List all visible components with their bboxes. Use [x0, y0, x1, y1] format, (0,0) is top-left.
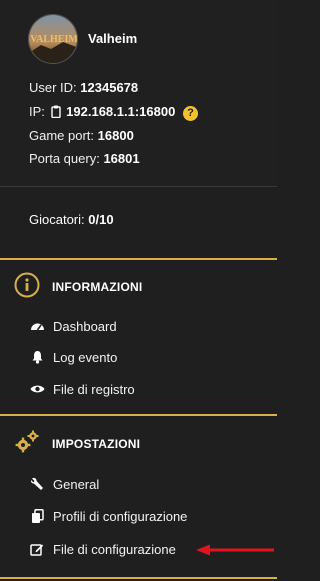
menu-item-profili-di-configurazione[interactable]: Profili di configurazione: [29, 506, 187, 526]
players-value: 0/10: [88, 212, 114, 227]
info-circle-icon: [14, 272, 40, 303]
section-informazioni: INFORMAZIONI: [14, 272, 143, 303]
menu-item-file-di-registro[interactable]: File di registro: [29, 379, 135, 399]
ip-value: 192.168.1.1:16800: [66, 104, 176, 119]
menu-label-profili-di-configurazione: Profili di configurazione: [53, 508, 188, 524]
query-port-value: 16801: [103, 151, 140, 166]
menu-label-dashboard: Dashboard: [53, 318, 117, 334]
players-line: Giocatori: 0/10: [29, 212, 114, 227]
ip-label: IP:: [29, 104, 45, 119]
menu-label-general: General: [53, 476, 100, 492]
copy-icon: [29, 508, 45, 524]
menu-item-dashboard[interactable]: Dashboard: [29, 316, 117, 336]
header-divider: [0, 186, 277, 187]
section-impostazioni: IMPOSTAZIONI: [14, 429, 141, 460]
server-name: Valheim: [88, 31, 138, 46]
players-label: Giocatori:: [29, 212, 85, 227]
server-info-header: VALHEIM Valheim User ID: 12345678 IP: 19…: [0, 0, 277, 186]
user-id-value: 12345678: [80, 80, 139, 95]
clipboard-icon[interactable]: [50, 105, 61, 121]
query-port-line: Porta query: 16801: [29, 151, 140, 166]
gauge-icon: [29, 318, 45, 334]
game-port-label: Game port:: [29, 128, 95, 143]
section-divider-top: [0, 258, 277, 260]
game-port-line: Game port: 16800: [29, 128, 134, 143]
menu-label-log-evento: Log evento: [53, 349, 118, 365]
game-port-value: 16800: [97, 128, 134, 143]
gears-icon: [14, 429, 40, 460]
pointer-arrow-annotation: [196, 543, 274, 556]
section-title-impostazioni: IMPOSTAZIONI: [52, 437, 141, 451]
user-id-label: User ID:: [29, 80, 77, 95]
menu-item-general[interactable]: General: [29, 474, 99, 494]
wrench-icon: [29, 476, 45, 492]
menu-item-file-di-configurazione[interactable]: File di configurazione: [29, 539, 176, 559]
bell-icon: [29, 349, 45, 365]
menu-label-file-di-configurazione: File di configurazione: [53, 541, 176, 557]
section-divider-bottom: [0, 577, 277, 579]
server-avatar: VALHEIM: [28, 14, 78, 64]
section-divider-middle: [0, 414, 277, 416]
help-icon[interactable]: ?: [182, 106, 198, 121]
user-id-line: User ID: 12345678: [29, 80, 138, 95]
menu-label-file-di-registro: File di registro: [53, 381, 135, 397]
ip-line: IP: 192.168.1.1:16800 ?: [29, 104, 198, 121]
eye-icon: [29, 381, 45, 397]
svg-text:VALHEIM: VALHEIM: [30, 34, 78, 45]
edit-icon: [29, 541, 45, 557]
menu-item-log-evento[interactable]: Log evento: [29, 347, 117, 367]
query-port-label: Porta query:: [29, 151, 100, 166]
section-title-informazioni: INFORMAZIONI: [52, 280, 143, 294]
sidebar-panel: VALHEIM Valheim User ID: 12345678 IP: 19…: [0, 0, 277, 581]
